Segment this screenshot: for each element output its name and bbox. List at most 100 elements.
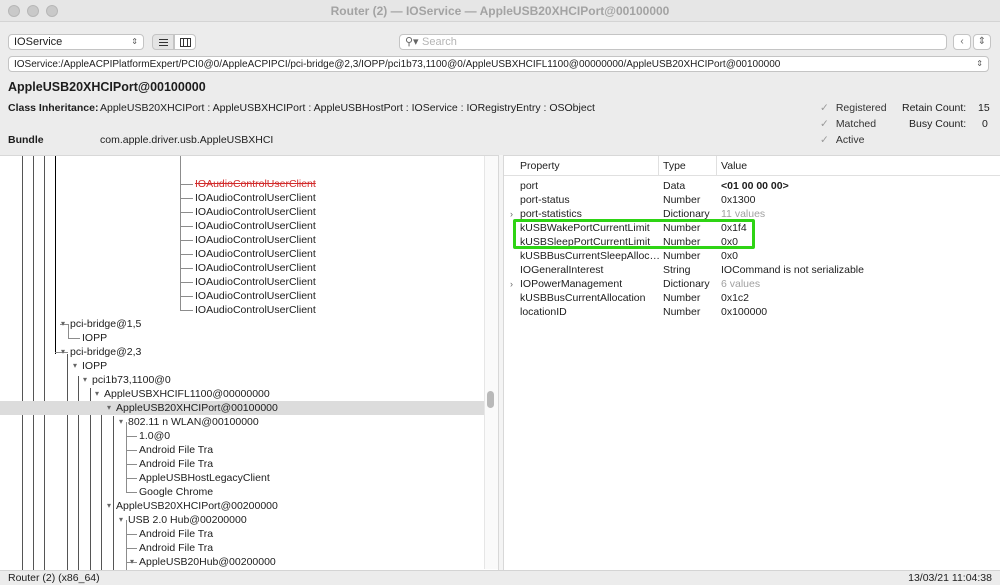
tree-row[interactable]: Android File Tra [0,443,484,457]
tree-row[interactable]: ▾ USB 2.0 Hub@00200000 [0,513,484,527]
disclosure-triangle-icon[interactable]: ▾ [61,345,65,359]
property-type: Dictionary [663,278,710,290]
tree-row[interactable]: IOAudioControlUserClient [0,261,484,275]
tree-row[interactable]: IOAudioControlUserClient [0,205,484,219]
checkmark-icon: ✓ [820,102,829,114]
busy-count-label: Busy Count: [909,118,967,130]
tree-row[interactable]: IOAudioControlUserClient [0,219,484,233]
tree-row[interactable]: IOAudioControlUserClient [0,177,484,191]
disclosure-triangle-icon[interactable]: ▾ [107,401,111,415]
class-inheritance-value: AppleUSB20XHCIPort : AppleUSBXHCIPort : … [100,102,595,114]
column-view-button[interactable] [174,34,196,50]
property-name: IOPowerManagement [520,278,623,290]
app-window: Router (2) — IOService — AppleUSB20XHCIP… [0,0,1000,585]
bundle-label: Bundle [8,134,44,146]
chevron-updown-icon: ⇕ [977,36,987,47]
property-row[interactable]: › IOPowerManagement Dictionary 6 values [504,277,1000,291]
property-type: String [663,264,691,276]
status-timestamp: 13/03/21 11:04:38 [908,572,992,584]
property-name: kUSBBusCurrentSleepAlloc… [520,250,661,262]
path-value: IOService:/AppleACPIPlatformExpert/PCI0@… [14,59,781,70]
property-type: Number [663,292,701,304]
tree-row-label: IOAudioControlUserClient [195,234,316,246]
property-row[interactable]: port-status Number 0x1300 [504,193,1000,207]
tree-scrollbar[interactable] [484,156,498,569]
previous-match-button[interactable]: ‹ [953,34,971,50]
plane-select-value: IOService [14,36,63,48]
property-row[interactable]: kUSBBusCurrentAllocation Number 0x1c2 [504,291,1000,305]
property-row[interactable]: kUSBBusCurrentSleepAlloc… Number 0x0 [504,249,1000,263]
tree-row[interactable]: Google Chrome [0,485,484,499]
active-label: Active [835,134,865,146]
tree-row-label: pci-bridge@2,3 [70,346,142,358]
active-checkbox: ✓ Active [820,134,864,146]
tree-row[interactable]: IOAudioControlUserClient [0,247,484,261]
disclosure-triangle-icon[interactable]: ▾ [95,387,99,401]
properties-header: Property Type Value [504,156,1000,176]
tree-row[interactable]: IOAudioControlUserClient [0,191,484,205]
property-name: locationID [520,306,567,318]
value-column-header[interactable]: Value [721,160,747,172]
tree-row[interactable]: ▾ 802.11 n WLAN@00100000 [0,415,484,429]
tree-row[interactable]: IOAudioControlUserClient [0,303,484,317]
tree-row-label: Android File Tra [139,444,214,456]
property-name: IOGeneralInterest [520,264,604,276]
disclosure-triangle-icon[interactable]: ▾ [73,359,77,373]
tree-scroll-thumb[interactable] [487,391,494,408]
tree-row[interactable]: ▾ pci-bridge@1,5 [0,317,484,331]
disclosure-triangle-icon[interactable]: ▾ [107,499,111,513]
retain-count-label: Retain Count: [902,102,967,114]
tree-row[interactable]: IOAudioControlUserClient [0,233,484,247]
disclosure-triangle-icon[interactable]: › [510,277,513,291]
plane-select[interactable]: IOService ⇕ [8,34,144,50]
tree-row-label: IOPP [82,360,108,372]
tree-row[interactable]: ▾ pci1b73,1100@0 [0,373,484,387]
tree-row[interactable]: Android File Tra [0,457,484,471]
type-column-header[interactable]: Type [663,160,686,172]
tree-row[interactable]: IOAudioControlUserClient [0,289,484,303]
property-row[interactable]: IOGeneralInterest String IOCommand is not … [504,263,1000,277]
tree-row-label: IOAudioControlUserClient [195,304,316,316]
column-view-icon [180,38,191,47]
disclosure-triangle-icon[interactable]: ▾ [119,415,123,429]
tree-row-label: IOAudioControlUserClient [195,178,316,190]
tree-row[interactable]: AppleUSBHostLegacyClient [0,471,484,485]
path-select[interactable]: IOService:/AppleACPIPlatformExpert/PCI0@… [8,56,989,72]
list-view-button[interactable] [152,34,174,50]
title-bar: Router (2) — IOService — AppleUSB20XHCIP… [0,0,1000,22]
disclosure-triangle-icon[interactable]: ▾ [61,317,65,331]
disclosure-triangle-icon[interactable]: ▾ [119,513,123,527]
tree-row[interactable]: ▾ AppleUSBXHCIFL1100@00000000 [0,387,484,401]
tree-row-label: AppleUSB20Hub@00200000 [139,556,276,568]
properties-table[interactable]: Property Type Value port Data <01 00 00 00… [504,155,1000,570]
status-left: Router (2) (x86_64) [8,572,100,584]
registry-tree[interactable]: IOAudioControlUserClient IOAudioControlUs… [0,155,498,570]
tree-row[interactable]: 1.0@0 [0,429,484,443]
property-row[interactable]: port Data <01 00 00 00> [504,179,1000,193]
tree-row[interactable]: ▾ pci-bridge@2,3 [0,345,484,359]
tree-row[interactable]: Android File Tra [0,527,484,541]
next-match-button[interactable]: ⇕ [973,34,991,50]
column-separator [658,156,659,176]
highlight-box [513,219,755,249]
property-value: 0x0 [721,250,738,262]
disclosure-triangle-icon[interactable]: ▾ [83,373,87,387]
tree-row[interactable]: ▾ AppleUSB20XHCIPort@00200000 [0,499,484,513]
tree-row[interactable]: IOAudioControlUserClient [0,275,484,289]
tree-row-label: Google Chrome [139,486,214,498]
tree-row-label: AppleUSB20XHCIPort@00200000 [116,500,278,512]
tree-row-label: IOAudioControlUserClient [195,290,316,302]
registered-label: Registered [835,102,887,114]
tree-row-label: Android File Tra [139,528,214,540]
property-column-header[interactable]: Property [520,160,560,172]
tree-row[interactable]: ▾ AppleUSB20Hub@00200000 [0,555,484,569]
tree-row[interactable]: IOPP [0,331,484,345]
tree-row[interactable]: Android File Tra [0,541,484,555]
tree-row[interactable]: ▾ AppleUSB20XHCIPort@00100000 [0,401,484,415]
tree-row-label: IOAudioControlUserClient [195,276,316,288]
tree-row[interactable]: ▾ IOPP [0,359,484,373]
tree-row-label: 1.0@0 [139,430,171,442]
disclosure-triangle-icon[interactable]: ▾ [130,555,134,569]
search-field[interactable]: ⚲▾ Search [399,34,947,50]
property-row[interactable]: locationID Number 0x100000 [504,305,1000,319]
